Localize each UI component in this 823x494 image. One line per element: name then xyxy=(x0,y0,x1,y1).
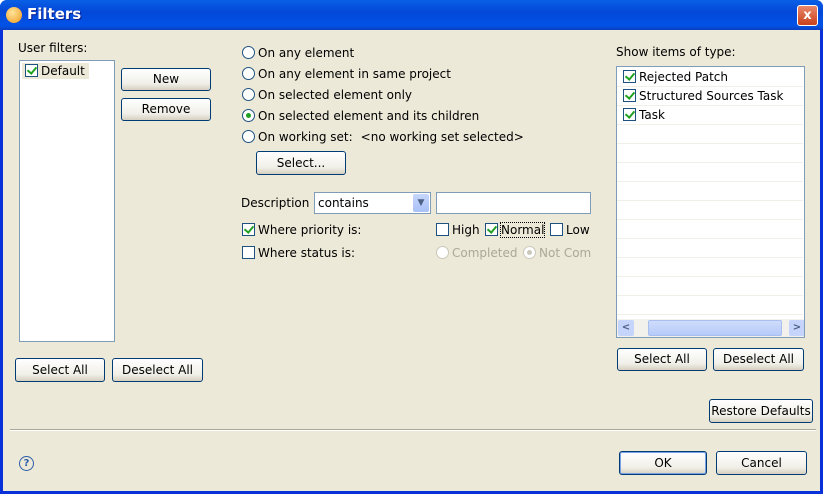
table-row[interactable]: Rejected Patch xyxy=(617,68,803,87)
priority-high-checkbox[interactable]: High xyxy=(436,223,480,237)
table-row[interactable]: Structured Sources Task xyxy=(617,87,803,106)
app-icon xyxy=(6,7,22,23)
help-icon[interactable]: ? xyxy=(19,456,34,471)
dialog-title: Filters xyxy=(27,5,82,23)
ok-button[interactable]: OK xyxy=(619,451,707,475)
priority-normal-checkbox[interactable]: Normal xyxy=(485,222,546,238)
scrollbar-thumb[interactable] xyxy=(648,320,782,336)
title-bar: Filters x xyxy=(0,0,823,30)
types-label: Show items of type: xyxy=(616,45,736,59)
radio-icon xyxy=(242,109,255,122)
where-status-checkbox[interactable]: Where status is: xyxy=(242,246,355,260)
working-set-value: <no working set selected> xyxy=(360,130,524,144)
radio-label: On selected element and its children xyxy=(258,109,480,123)
radio-label: Not Comp xyxy=(539,246,591,260)
radio-icon xyxy=(242,67,255,80)
checkbox-default[interactable] xyxy=(25,64,38,77)
empty-row xyxy=(617,296,803,315)
priority-low-checkbox[interactable]: Low xyxy=(550,223,590,237)
row-label: Task xyxy=(639,108,665,122)
radio-label: On working set: xyxy=(258,130,353,144)
user-filters-label: User filters: xyxy=(18,41,88,55)
radio-same-project[interactable]: On any element in same project xyxy=(242,67,451,81)
chevron-down-icon[interactable]: ▼ xyxy=(413,194,429,212)
radio-icon xyxy=(523,246,536,259)
checkbox-icon xyxy=(485,223,498,236)
radio-label: Completed xyxy=(452,246,518,260)
description-label: Description xyxy=(241,196,310,210)
list-item-label: Default xyxy=(41,64,85,78)
user-filters-list[interactable]: Default xyxy=(19,60,115,342)
description-operator-select[interactable]: contains ▼ xyxy=(314,192,431,214)
radio-label: On any element in same project xyxy=(258,67,451,81)
cancel-button[interactable]: Cancel xyxy=(716,451,807,475)
radio-label: On selected element only xyxy=(258,88,413,102)
checkbox-icon[interactable] xyxy=(623,70,636,83)
empty-row xyxy=(617,125,803,144)
checkbox-label: Low xyxy=(566,223,590,237)
checkbox-icon xyxy=(242,223,255,236)
deselect-all-types-button[interactable]: Deselect All xyxy=(713,348,804,371)
radio-icon xyxy=(436,246,449,259)
table-row[interactable]: Task xyxy=(617,106,803,125)
select-working-set-button[interactable]: Select... xyxy=(256,151,346,175)
radio-icon xyxy=(242,130,255,143)
radio-selected-and-children[interactable]: On selected element and its children xyxy=(242,109,479,123)
checkbox-icon[interactable] xyxy=(623,89,636,102)
empty-row xyxy=(617,182,803,201)
empty-row xyxy=(617,239,803,258)
radio-icon xyxy=(242,46,255,59)
restore-defaults-button[interactable]: Restore Defaults xyxy=(709,399,813,423)
checkbox-label: Where priority is: xyxy=(258,223,362,237)
empty-row xyxy=(617,277,803,296)
close-button[interactable]: x xyxy=(797,5,818,26)
deselect-all-filters-button[interactable]: Deselect All xyxy=(112,358,203,382)
types-table[interactable]: Rejected Patch Structured Sources Task T… xyxy=(616,66,805,338)
where-priority-checkbox[interactable]: Where priority is: xyxy=(242,223,361,237)
checkbox-label: Normal xyxy=(499,222,546,238)
select-value: contains xyxy=(318,196,369,210)
select-all-types-button[interactable]: Select All xyxy=(617,348,707,371)
empty-row xyxy=(617,258,803,277)
radio-any-element[interactable]: On any element xyxy=(242,46,354,60)
row-label: Structured Sources Task xyxy=(639,89,784,103)
status-completed-radio[interactable]: Completed xyxy=(436,246,517,260)
checkbox-icon[interactable] xyxy=(623,108,636,121)
checkbox-icon xyxy=(550,223,563,236)
radio-selected-only[interactable]: On selected element only xyxy=(242,88,412,102)
radio-icon xyxy=(242,88,255,101)
remove-button[interactable]: Remove xyxy=(121,98,211,121)
empty-row xyxy=(617,201,803,220)
checkbox-label: High xyxy=(452,223,480,237)
horizontal-scrollbar[interactable]: < > xyxy=(617,319,804,337)
scroll-left-icon[interactable]: < xyxy=(618,320,634,336)
empty-row xyxy=(617,163,803,182)
checkbox-label: Where status is: xyxy=(258,246,356,260)
radio-working-set[interactable]: On working set: <no working set selected> xyxy=(242,130,524,144)
status-not-completed-radio[interactable]: Not Comp xyxy=(523,246,591,260)
row-label: Rejected Patch xyxy=(639,70,728,84)
description-input[interactable] xyxy=(436,192,591,214)
separator xyxy=(10,429,816,431)
checkbox-icon xyxy=(242,246,255,259)
scroll-right-icon[interactable]: > xyxy=(789,320,804,336)
empty-row xyxy=(617,144,803,163)
select-all-filters-button[interactable]: Select All xyxy=(15,358,105,382)
empty-row xyxy=(617,220,803,239)
list-item[interactable]: Default xyxy=(22,63,89,79)
checkbox-icon xyxy=(436,223,449,236)
new-button[interactable]: New xyxy=(121,68,211,91)
radio-label: On any element xyxy=(258,46,355,60)
